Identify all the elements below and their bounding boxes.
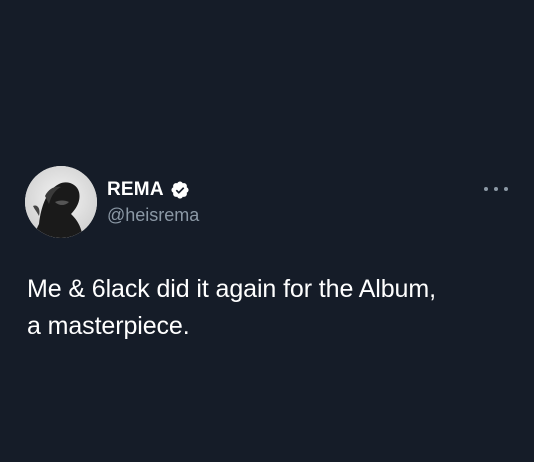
avatar-image <box>25 166 97 238</box>
avatar[interactable] <box>25 166 97 238</box>
tweet-text-line: a masterpiece. <box>27 312 190 340</box>
tweet-card: REMA @heisrema Me & 6lack did it again f… <box>0 0 534 462</box>
dot-icon <box>494 187 498 191</box>
dot-icon <box>504 187 508 191</box>
verified-badge-icon <box>170 180 190 200</box>
tweet-text: Me & 6lack did it again for the Album, a… <box>27 271 517 345</box>
tweet-text-line: Me & 6lack did it again for the Album, <box>27 275 436 303</box>
display-name[interactable]: REMA <box>107 179 164 201</box>
more-options-icon[interactable] <box>484 181 508 197</box>
dot-icon <box>484 187 488 191</box>
display-name-row: REMA <box>107 179 190 201</box>
user-handle[interactable]: @heisrema <box>107 205 199 226</box>
